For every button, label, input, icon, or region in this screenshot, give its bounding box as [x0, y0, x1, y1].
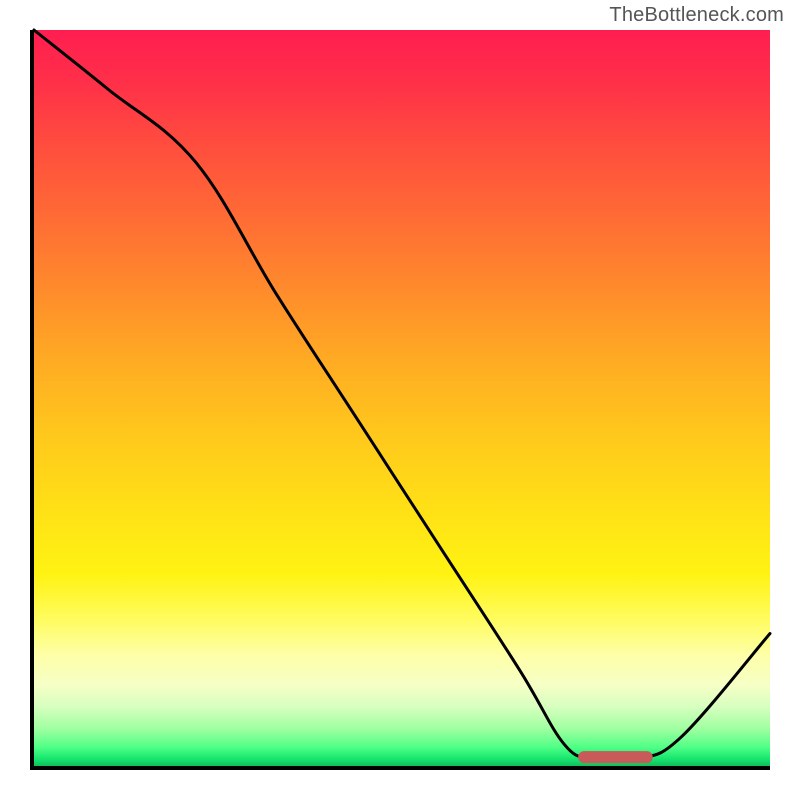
curve-svg: [34, 30, 770, 766]
plot-area: [30, 30, 770, 770]
optimal-marker: [579, 752, 653, 763]
bottleneck-curve: [34, 30, 770, 761]
bottleneck-chart: TheBottleneck.com: [0, 0, 800, 800]
watermark-text: TheBottleneck.com: [609, 4, 784, 27]
